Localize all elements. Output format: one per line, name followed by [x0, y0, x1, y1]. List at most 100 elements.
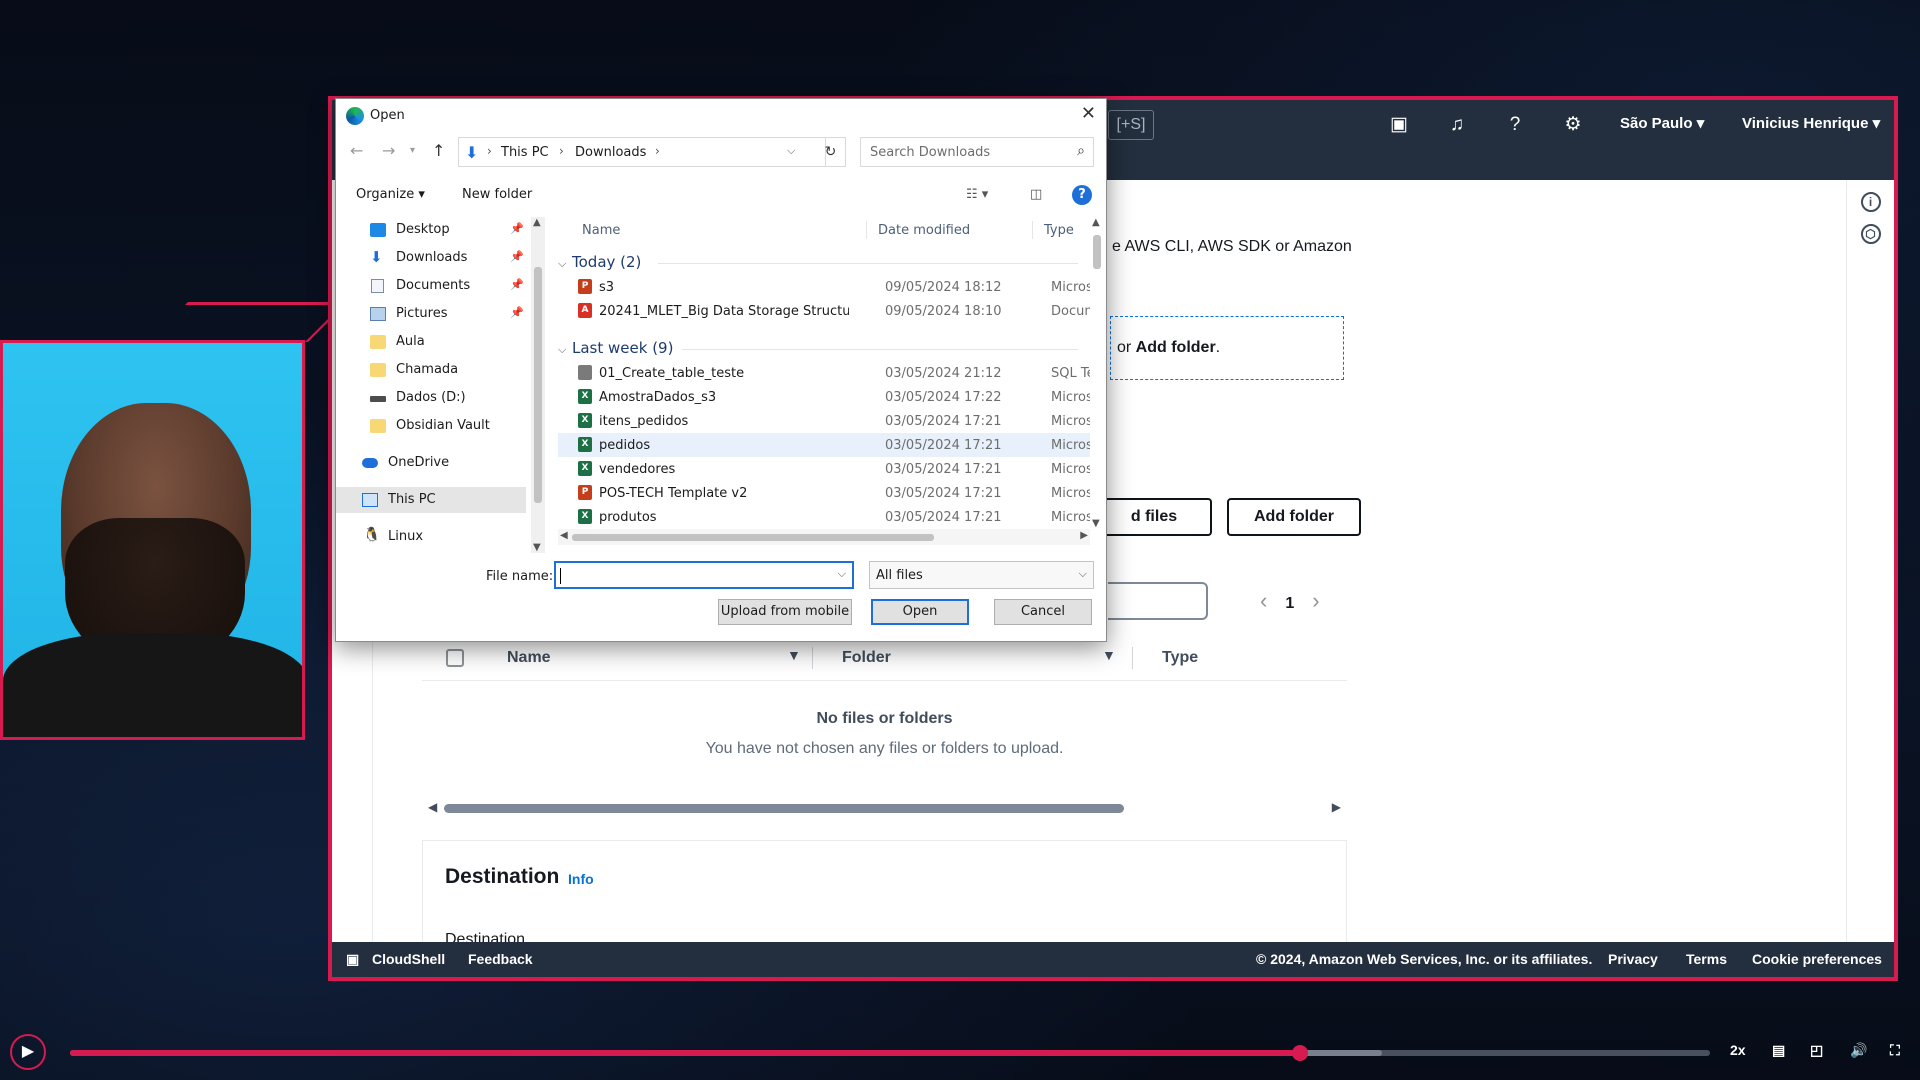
nav-item-downloads[interactable]: ⬇ Downloads 📌 — [336, 245, 526, 271]
scroll-up-icon[interactable]: ▲ — [533, 217, 541, 228]
file-row[interactable]: X vendedores 03/05/2024 17:21 Microsc — [558, 457, 1090, 481]
add-files-button[interactable]: d files — [1098, 498, 1212, 536]
file-name-dropdown-icon[interactable]: ⌵ — [838, 567, 846, 581]
next-page-icon[interactable]: › — [1294, 588, 1337, 613]
group-last-week[interactable]: ⌵ Last week (9) — [558, 339, 1078, 357]
footer-cloudshell[interactable]: CloudShell — [372, 951, 445, 967]
file-list-hscrollbar[interactable]: ◀ ▶ — [558, 529, 1090, 545]
page-number[interactable]: 1 — [1285, 595, 1294, 612]
organize-menu[interactable]: Organize ▾ — [356, 187, 425, 202]
fullscreen-icon[interactable]: ⛶ — [1890, 1042, 1900, 1059]
preview-pane-icon[interactable]: ◫ — [1030, 187, 1042, 202]
file-row[interactable]: A 20241_MLET_Big Data Storage Structures… — [558, 299, 1090, 323]
cancel-button[interactable]: Cancel — [994, 599, 1092, 625]
nav-item-pictures[interactable]: Pictures 📌 — [336, 301, 526, 327]
scroll-left-icon[interactable]: ◀ — [560, 530, 568, 541]
recent-dropdown-icon[interactable]: ▾ — [410, 145, 415, 156]
file-hscroll-thumb[interactable] — [572, 534, 934, 541]
upload-from-mobile-button[interactable]: Upload from mobile — [718, 599, 852, 625]
help-icon[interactable]: ? — [1502, 112, 1528, 138]
info-panel-icon[interactable]: i — [1860, 192, 1881, 212]
nav-item-desktop[interactable]: Desktop 📌 — [336, 217, 526, 243]
col-date-header[interactable]: Date modified — [878, 223, 970, 238]
help-icon[interactable]: ? — [1072, 185, 1092, 205]
file-row[interactable]: P PÓS-TECH Template v2 03/05/2024 17:21 … — [558, 481, 1090, 505]
nav-item-linux[interactable]: 🐧 Linux — [336, 524, 526, 550]
scroll-down-icon[interactable]: ▼ — [1092, 518, 1100, 529]
nav-item-onedrive[interactable]: OneDrive — [336, 450, 526, 476]
prev-page-icon[interactable]: ‹ — [1242, 588, 1285, 613]
hexagon-icon[interactable]: ⬡ — [1860, 224, 1881, 244]
address-dropdown-icon[interactable]: ⌵ — [787, 144, 795, 158]
seek-bar[interactable] — [70, 1045, 1710, 1061]
notifications-icon[interactable]: ♫ — [1444, 112, 1470, 138]
table-scrollbar[interactable]: ◀ ▶ — [422, 800, 1347, 816]
back-arrow-icon[interactable]: ← — [350, 141, 363, 160]
scroll-right-icon[interactable]: ▶ — [1332, 800, 1341, 814]
nav-item-aula[interactable]: Aula — [336, 329, 526, 355]
nav-item-obsidian-vault[interactable]: Obsidian Vault — [336, 413, 526, 439]
settings-icon[interactable]: ⚙ — [1560, 112, 1586, 138]
breadcrumb-this-pc[interactable]: This PC — [501, 145, 549, 160]
nav-item-documents[interactable]: Documents 📌 — [336, 273, 526, 299]
close-icon[interactable]: ✕ — [1081, 103, 1096, 124]
open-button[interactable]: Open — [871, 599, 969, 625]
scroll-up-icon[interactable]: ▲ — [1092, 217, 1100, 228]
search-box[interactable]: Search Downloads ⌕ — [860, 137, 1094, 167]
play-icon[interactable]: ▶ — [10, 1034, 46, 1070]
scroll-left-icon[interactable]: ◀ — [428, 800, 437, 814]
file-name-input[interactable]: ⌵ — [554, 561, 854, 589]
refresh-icon[interactable]: ↻ — [816, 137, 846, 167]
file-list-vscrollbar[interactable]: ▲ ▼ — [1090, 217, 1104, 529]
scroll-right-icon[interactable]: ▶ — [1080, 530, 1088, 541]
footer-privacy[interactable]: Privacy — [1608, 951, 1658, 967]
sort-folder-icon[interactable]: ▼ — [1102, 647, 1116, 663]
col-type-header[interactable]: Type — [1044, 223, 1074, 238]
scroll-down-icon[interactable]: ▼ — [533, 542, 541, 553]
add-folder-button[interactable]: Add folder — [1227, 498, 1361, 536]
forward-arrow-icon[interactable]: → — [382, 141, 395, 160]
search-input[interactable]: Search Downloads — [870, 145, 990, 160]
drop-zone[interactable]: or Add folder. — [1110, 316, 1344, 380]
file-row[interactable]: X pedidos 03/05/2024 17:21 Microsc — [558, 433, 1090, 457]
new-folder-button[interactable]: New folder — [462, 187, 532, 202]
scroll-thumb[interactable] — [444, 804, 1124, 813]
col-type[interactable]: Type — [1162, 649, 1198, 667]
captions-icon[interactable]: ▤ — [1772, 1042, 1785, 1059]
destination-info-link[interactable]: Info — [568, 871, 594, 887]
col-folder[interactable]: Folder — [842, 649, 891, 667]
footer-feedback[interactable]: Feedback — [468, 951, 533, 967]
seek-handle[interactable] — [1292, 1045, 1308, 1061]
col-name[interactable]: Name — [507, 649, 551, 667]
nav-scroll-thumb[interactable] — [534, 267, 542, 503]
file-row[interactable]: X itens_pedidos 03/05/2024 17:21 Microsc — [558, 409, 1090, 433]
nav-item-dados-d[interactable]: Dados (D:) — [336, 385, 526, 411]
file-row[interactable]: X AmostraDados_s3 03/05/2024 17:22 Micro… — [558, 385, 1090, 409]
footer-terms[interactable]: Terms — [1686, 951, 1727, 967]
nav-item-this-pc[interactable]: This PC — [336, 487, 526, 513]
file-scroll-thumb[interactable] — [1093, 235, 1101, 269]
cloudshell-icon[interactable]: ▣ — [1386, 112, 1412, 138]
up-arrow-icon[interactable]: ↑ — [432, 141, 445, 160]
file-type-select[interactable]: All files ⌵ — [869, 561, 1094, 589]
add-folder-link[interactable]: Add folder — [1136, 339, 1216, 356]
sort-name-icon[interactable]: ▼ — [787, 647, 801, 663]
address-bar[interactable]: ⬇ › This PC › Downloads › ⌵ — [458, 137, 826, 167]
file-row[interactable]: X produtos 03/05/2024 17:21 Microsc — [558, 505, 1090, 529]
nav-item-chamada[interactable]: Chamada — [336, 357, 526, 383]
region-selector[interactable]: São Paulo ▾ — [1620, 114, 1704, 132]
cloudshell-footer-icon[interactable]: ▣ — [346, 951, 359, 968]
nav-scrollbar[interactable]: ▲ ▼ — [531, 217, 545, 553]
user-menu[interactable]: Vinicius Henrique ▾ — [1742, 114, 1880, 132]
file-row[interactable]: P s3 09/05/2024 18:12 Microsc — [558, 275, 1090, 299]
picture-in-picture-icon[interactable]: ◰ — [1810, 1042, 1823, 1059]
col-name-header[interactable]: Name — [582, 223, 620, 238]
find-files-input[interactable] — [1108, 582, 1208, 620]
volume-icon[interactable]: 🔊 — [1850, 1042, 1867, 1059]
footer-cookie-preferences[interactable]: Cookie preferences — [1752, 951, 1882, 967]
breadcrumb-downloads[interactable]: Downloads — [575, 145, 646, 160]
playback-speed[interactable]: 2x — [1730, 1042, 1746, 1058]
select-all-checkbox[interactable] — [446, 649, 464, 667]
view-options-icon[interactable]: ☷ ▾ — [966, 187, 988, 202]
file-row[interactable]: 01_Create_table_teste 03/05/2024 21:12 S… — [558, 361, 1090, 385]
